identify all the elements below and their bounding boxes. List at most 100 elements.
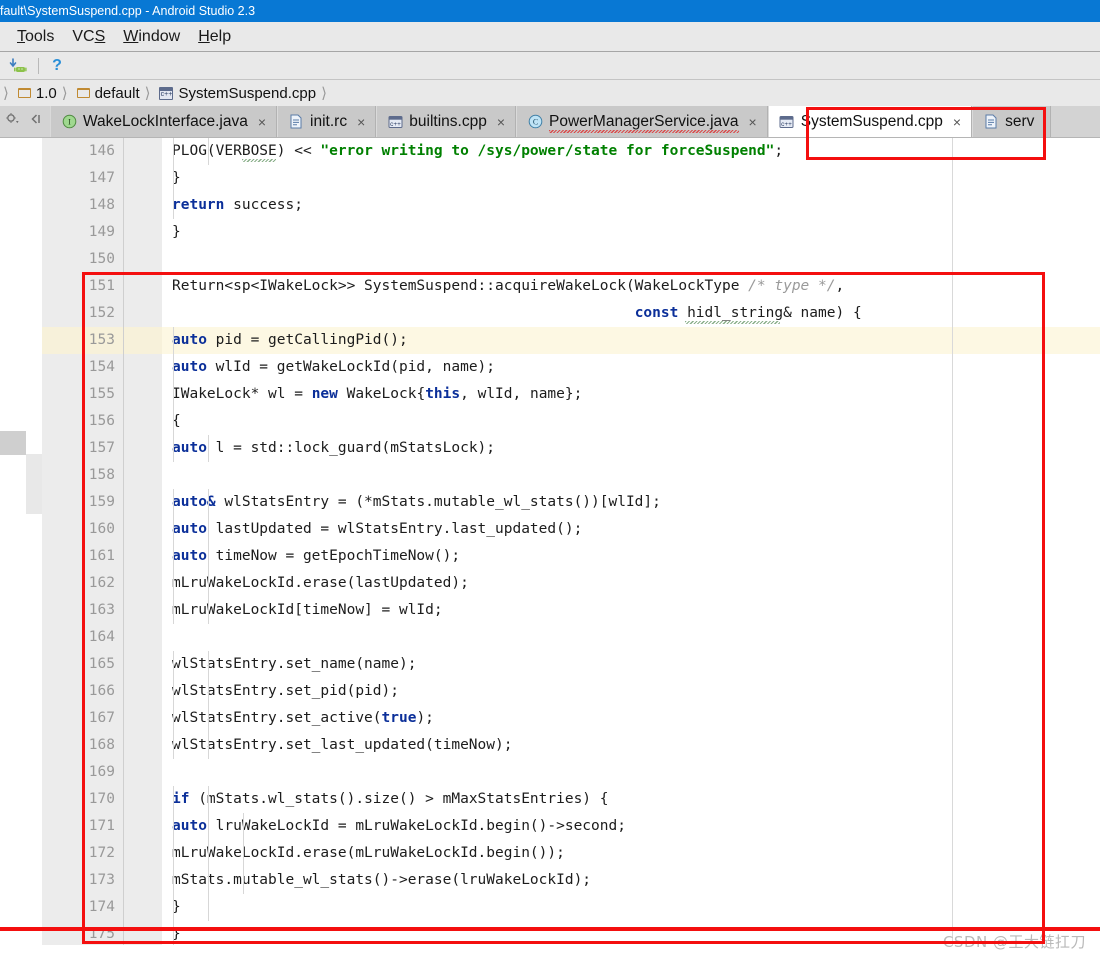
line-number: 169 <box>88 764 115 780</box>
line-number-gutter[interactable]: 146 147 148 149 150 151 152 153 154 155 156 157 158 1… <box>42 138 124 945</box>
breadcrumb-item-systemsuspend-cpp[interactable]: c++ SystemSuspend.cpp <box>151 85 320 102</box>
tab-label: PowerManagerService.java <box>549 112 739 133</box>
code-line[interactable]: wlStatsEntry.set_name(name); <box>162 651 1100 678</box>
breadcrumb-item-1.0[interactable]: 1.0 <box>10 85 61 102</box>
code-token: ); <box>416 710 434 726</box>
indent-guide <box>173 786 174 813</box>
menu-item-vcs[interactable]: VCS <box>63 27 114 47</box>
code-token: lruWakeLockId = mLruWakeLockId.begin()->… <box>206 818 626 834</box>
code-line[interactable] <box>162 246 1100 273</box>
right-margin-guide <box>952 138 953 945</box>
code-token: this <box>425 386 461 402</box>
code-line[interactable]: } <box>162 165 1100 192</box>
code-line[interactable]: } <box>162 219 1100 246</box>
code-line[interactable]: wlStatsEntry.set_pid(pid); <box>162 678 1100 705</box>
code-token: true <box>381 710 417 726</box>
menu-item-window[interactable]: Window <box>114 27 189 47</box>
line-number: 151 <box>88 278 115 294</box>
code-line[interactable] <box>162 759 1100 786</box>
code-line[interactable]: auto lruWakeLockId = mLruWakeLockId.begi… <box>162 813 1100 840</box>
spellcheck-squiggle <box>241 159 277 162</box>
tab-close-icon[interactable]: × <box>355 115 367 129</box>
help-icon[interactable]: ? <box>45 55 69 77</box>
code-line[interactable]: PLOG(VERBOSE) << "error writing to /sys/… <box>162 138 1100 165</box>
editor-scroll-marker-track[interactable] <box>26 138 42 945</box>
tab-close-icon[interactable]: × <box>495 115 507 129</box>
line-number: 147 <box>88 170 115 186</box>
code-line[interactable]: return success; <box>162 192 1100 219</box>
svg-text:c++: c++ <box>781 120 792 127</box>
code-line[interactable]: mLruWakeLockId.erase(mLruWakeLockId.begi… <box>162 840 1100 867</box>
code-line[interactable]: mStats.mutable_wl_stats()->erase(lruWake… <box>162 867 1100 894</box>
tab-close-icon[interactable]: × <box>256 115 268 129</box>
line-number: 154 <box>88 359 115 375</box>
code-line[interactable]: auto l = std::lock_guard(mStatsLock); <box>162 435 1100 462</box>
breadcrumb-label: 1.0 <box>35 84 57 102</box>
tab-close-icon[interactable]: × <box>951 115 963 129</box>
breadcrumb-separator-3: ⟩ <box>321 85 327 102</box>
tab-close-icon[interactable]: × <box>747 115 759 129</box>
tab-init-rc[interactable]: init.rc × <box>277 106 377 137</box>
code-line[interactable]: const hidl_string& name) { <box>162 300 1100 327</box>
indent-guide <box>207 543 209 570</box>
code-token: PLOG(VERBOSE) <box>172 143 295 159</box>
code-line[interactable]: auto wlId = getWakeLockId(pid, name); <box>162 354 1100 381</box>
line-number: 146 <box>88 143 115 159</box>
code-token: mStats.mutable_wl_stats()->erase(lruWake… <box>172 872 592 888</box>
code-token: auto <box>172 332 207 348</box>
collapse-icon[interactable] <box>28 112 42 131</box>
android-sdk-manager-icon[interactable] <box>6 55 30 77</box>
gutter-fold-area[interactable] <box>124 138 162 945</box>
svg-text:c++: c++ <box>390 120 401 127</box>
tab-builtins-cpp[interactable]: c++ builtins.cpp × <box>376 106 516 137</box>
indent-guide <box>173 705 174 732</box>
tab-powermanagerservice-java[interactable]: C PowerManagerService.java × <box>516 106 768 137</box>
code-line[interactable]: Return<sp<IWakeLock>> SystemSuspend::acq… <box>162 273 1100 300</box>
indent-guide <box>173 840 174 867</box>
code-line[interactable]: mLruWakeLockId.erase(lastUpdated); <box>162 570 1100 597</box>
svg-text:C: C <box>532 118 537 127</box>
indent-guide <box>242 813 244 840</box>
code-line[interactable]: { <box>162 408 1100 435</box>
indent-guide <box>207 840 209 867</box>
settings-chevron-icon[interactable] <box>6 112 20 131</box>
code-line[interactable] <box>162 624 1100 651</box>
code-area[interactable]: PLOG(VERBOSE) << "error writing to /sys/… <box>162 138 1100 945</box>
indent-guide <box>173 489 174 516</box>
line-number: 163 <box>88 602 115 618</box>
code-token: auto& <box>172 494 216 510</box>
code-line[interactable]: auto timeNow = getEpochTimeNow(); <box>162 543 1100 570</box>
tab-wakelockinterface-java[interactable]: I WakeLockInterface.java × <box>50 106 278 137</box>
tool-window-button[interactable] <box>0 431 26 455</box>
android-studio-window: fault\SystemSuspend.cpp - Android Studio… <box>0 0 1100 964</box>
code-line[interactable]: auto pid = getCallingPid(); <box>162 327 1100 354</box>
code-line[interactable]: wlStatsEntry.set_last_updated(timeNow); <box>162 732 1100 759</box>
tab-systemsuspend-cpp[interactable]: c++ SystemSuspend.cpp × <box>767 106 973 137</box>
cpp-file-icon: c++ <box>159 86 174 100</box>
current-line-fold-highlight <box>124 327 162 354</box>
code-line[interactable]: if (mStats.wl_stats().size() > mMaxStats… <box>162 786 1100 813</box>
code-line[interactable]: mLruWakeLockId[timeNow] = wlId; <box>162 597 1100 624</box>
tool-window-stripe[interactable] <box>0 138 44 945</box>
scroll-thumb[interactable] <box>26 454 42 514</box>
code-line[interactable]: IWakeLock* wl = new WakeLock{this, wlId,… <box>162 381 1100 408</box>
breadcrumb-item-default[interactable]: default <box>69 85 144 102</box>
tab-serv[interactable]: serv <box>972 106 1052 137</box>
window-title: fault\SystemSuspend.cpp - Android Studio… <box>0 4 256 18</box>
indent-guide <box>207 786 209 813</box>
code-line[interactable] <box>162 462 1100 489</box>
breadcrumb: ⟩ 1.0 ⟩ default ⟩ c++ SystemSuspend.cpp … <box>0 80 1100 106</box>
code-line[interactable]: wlStatsEntry.set_active(true); <box>162 705 1100 732</box>
code-token: /* type */ <box>748 278 836 294</box>
indent-guide <box>173 894 174 921</box>
java-interface-icon: I <box>61 114 77 130</box>
code-token: (mStats.wl_stats().size() > mMaxStatsEnt… <box>189 791 609 807</box>
code-line[interactable]: auto lastUpdated = wlStatsEntry.last_upd… <box>162 516 1100 543</box>
menu-item-help[interactable]: Help <box>189 27 240 47</box>
code-token: auto <box>172 818 207 834</box>
menu-item-tools[interactable]: Tools <box>8 27 63 47</box>
code-line[interactable]: auto& wlStatsEntry = (*mStats.mutable_wl… <box>162 489 1100 516</box>
code-line[interactable]: } <box>162 894 1100 921</box>
line-number: 170 <box>88 791 115 807</box>
